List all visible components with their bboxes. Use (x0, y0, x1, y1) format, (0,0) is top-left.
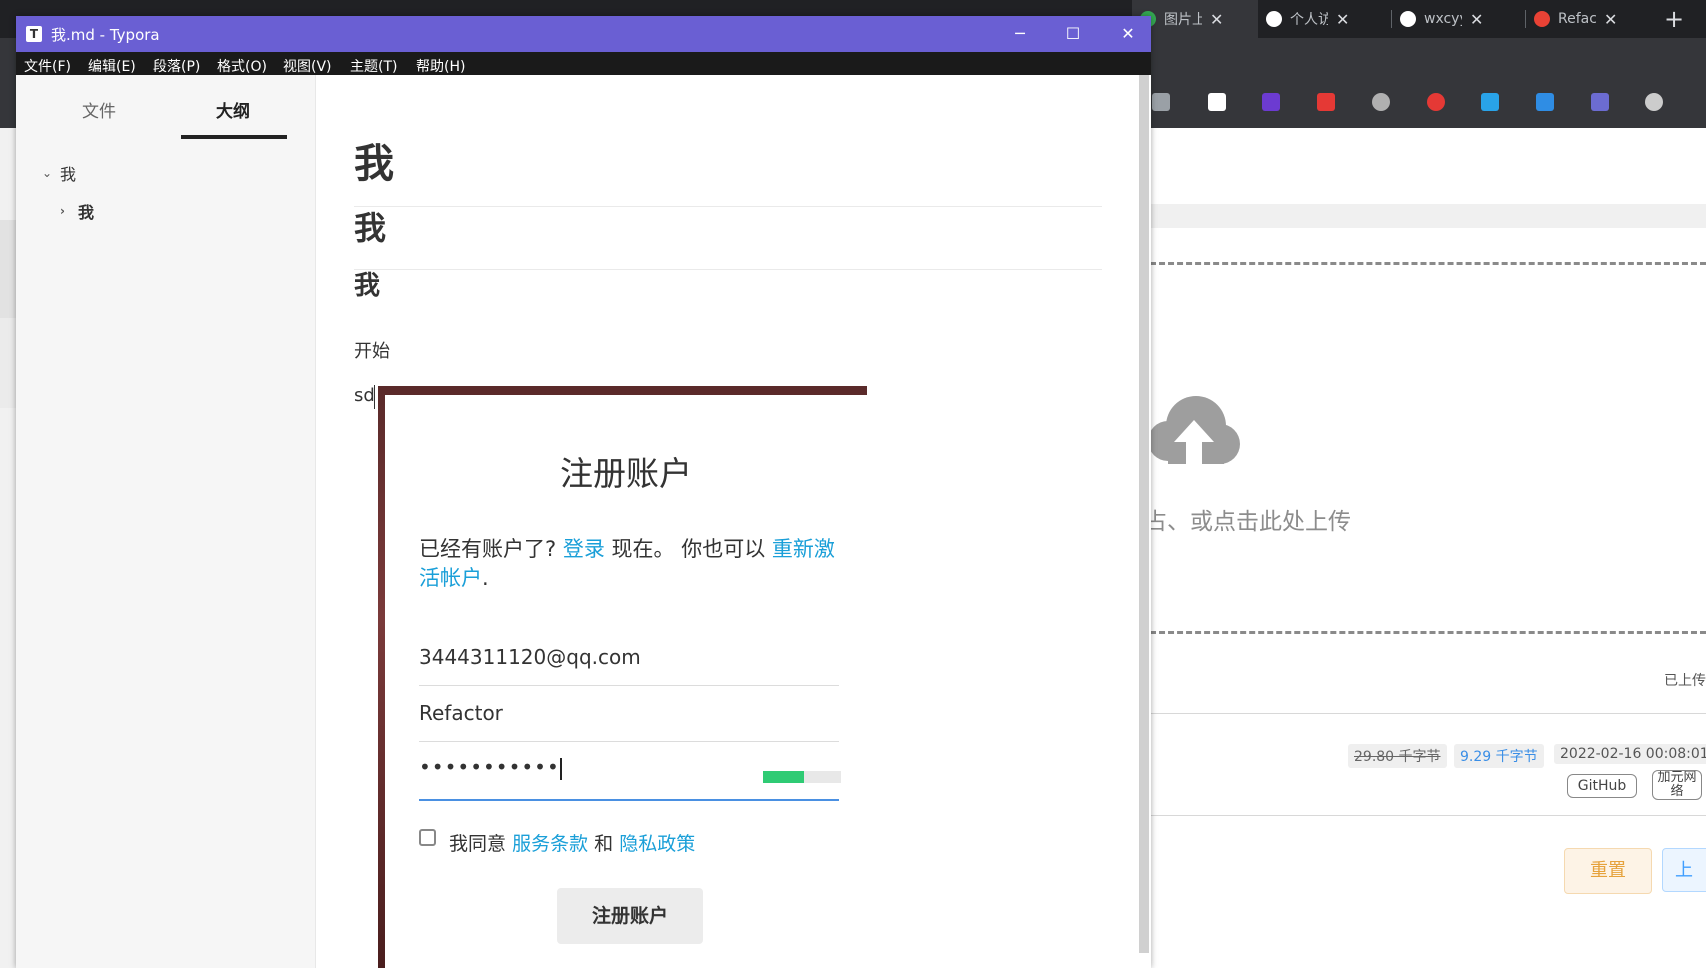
email-field[interactable]: 3444311120@qq.com (419, 645, 839, 669)
signup-submit-button[interactable]: 注册账户 (557, 888, 703, 944)
close-window-icon[interactable]: ✕ (1113, 22, 1143, 46)
outline-item-label: 我 (60, 165, 77, 184)
github-icon (1400, 11, 1416, 27)
terms-link[interactable]: 服务条款 (512, 833, 588, 855)
book-icon[interactable] (1152, 93, 1170, 111)
signup-screenshot-image: 注册账户 已经有账户了? 登录 现在。 你也可以 重新激活帐户. 3444311… (378, 386, 867, 968)
heading-2-rule (354, 269, 1102, 270)
chevron-right-icon[interactable]: › (60, 204, 70, 218)
tab-files[interactable]: 文件 (82, 97, 116, 122)
text-caret (374, 385, 375, 409)
agree-prefix: 我同意 (449, 833, 507, 855)
clapper-icon[interactable] (1317, 93, 1335, 111)
typora-app-icon: T (26, 26, 42, 42)
hint-prefix: 已经有账户了? (419, 537, 557, 561)
agree-text: 我同意 服务条款 和 隐私政策 (449, 829, 695, 856)
close-icon[interactable]: ✕ (1470, 10, 1483, 29)
tab-label: 个人访问 (1290, 12, 1328, 28)
original-size-badge: 29.80 千字节 (1348, 744, 1447, 768)
login-link[interactable]: 登录 (563, 537, 605, 561)
record-icon[interactable] (1427, 93, 1445, 111)
menu-format[interactable]: 格式(O) (217, 56, 267, 76)
hint-mid: 现在。 你也可以 (611, 537, 766, 561)
password-strength-fill (763, 771, 804, 783)
menu-theme[interactable]: 主题(T) (350, 56, 397, 76)
outline-item-label: 我 (78, 203, 95, 222)
menu-paragraph[interactable]: 段落(P) (153, 56, 200, 76)
menu-file[interactable]: 文件(F) (24, 56, 71, 76)
page-left-strip (0, 128, 16, 968)
tab-label: wxcyyy (1424, 11, 1462, 27)
new-tab-plus-icon[interactable]: + (1664, 5, 1684, 33)
outline-item[interactable]: › 我 (60, 199, 94, 223)
username-field[interactable]: Refactor (419, 701, 839, 725)
sidebar: 文件 大纲 ⌄ 我 › 我 (16, 75, 316, 968)
tab-label: 图片上传 (1164, 12, 1202, 28)
close-icon[interactable]: ✕ (1604, 10, 1617, 29)
tab-outline[interactable]: 大纲 (216, 97, 250, 122)
hint-suffix: . (482, 566, 489, 590)
github-tag-button[interactable]: GitHub (1567, 774, 1637, 798)
uploaded-label: 已上传 (1664, 673, 1706, 689)
signup-title: 注册账户 (560, 454, 692, 493)
upload-button[interactable]: 上 (1662, 848, 1706, 892)
password-strength-meter (763, 771, 841, 783)
privacy-link[interactable]: 隐私政策 (619, 833, 695, 855)
image-icon[interactable] (1536, 93, 1554, 111)
signup-card: 注册账户 已经有账户了? 登录 现在。 你也可以 重新激活帐户. 3444311… (385, 395, 867, 968)
letter-l-icon[interactable] (1208, 93, 1226, 111)
and-text: 和 (594, 833, 614, 855)
outline-item[interactable]: ⌄ 我 (42, 161, 76, 185)
menu-help[interactable]: 帮助(H) (416, 56, 465, 76)
menu-bar: 文件(F) 编辑(E) 段落(P) 格式(O) 视图(V) 主题(T) 帮助(H… (16, 52, 1151, 75)
close-icon[interactable]: ✕ (1336, 10, 1349, 29)
browser-tab-personal-access[interactable]: 个人访问 ✕ (1258, 0, 1390, 38)
password-value: ••••••••••• (419, 755, 560, 779)
upload-date-badge: 2022-02-16 00:08:01 (1554, 744, 1706, 764)
upload-panel: 占、或点击此处上传 已上传 29.80 千字节 9.29 千字节 2022-02… (1144, 128, 1706, 968)
browser-tab-wxcyyy[interactable]: wxcyyy ✕ (1392, 0, 1524, 38)
paragraph[interactable]: 开始 (354, 337, 390, 363)
heading-1-rule (354, 206, 1102, 207)
heading-2[interactable]: 我 (354, 203, 386, 249)
heading-3[interactable]: 我 (354, 265, 380, 302)
menu-view[interactable]: 视图(V) (283, 56, 332, 76)
puzzle-icon[interactable] (1645, 93, 1663, 111)
menu-edit[interactable]: 编辑(E) (88, 56, 136, 76)
github-icon (1266, 11, 1282, 27)
compressed-size-badge: 9.29 千字节 (1454, 744, 1544, 768)
play-icon[interactable] (1262, 93, 1280, 111)
addnet-tag-button[interactable]: 加元网络 (1652, 770, 1702, 800)
window-title: 我.md - Typora (51, 26, 160, 44)
mask-icon[interactable] (1372, 93, 1390, 111)
editor-scrollbar[interactable] (1139, 75, 1149, 953)
paragraph[interactable]: sd (354, 385, 375, 406)
text-icon[interactable] (1591, 93, 1609, 111)
heading-1[interactable]: 我 (354, 131, 394, 189)
title-bar[interactable]: T 我.md - Typora ─ ☐ ✕ (16, 16, 1151, 52)
agree-checkbox[interactable] (419, 829, 436, 846)
minimize-icon[interactable]: ─ (1005, 22, 1035, 46)
cloud-upload-icon[interactable] (1144, 386, 1244, 476)
text-caret (559, 757, 562, 780)
tab-label: Refactor (1558, 11, 1596, 27)
pen-icon[interactable] (1481, 93, 1499, 111)
colorful-favicon-icon (1534, 11, 1550, 27)
reset-button[interactable]: 重置 (1564, 848, 1652, 894)
chevron-down-icon[interactable]: ⌄ (42, 166, 52, 180)
close-icon[interactable]: ✕ (1210, 10, 1223, 29)
signup-hint: 已经有账户了? 登录 现在。 你也可以 重新激活帐户. (419, 535, 839, 593)
active-tab-indicator (181, 135, 287, 139)
maximize-icon[interactable]: ☐ (1058, 22, 1088, 46)
upload-hint-text[interactable]: 占、或点击此处上传 (1144, 502, 1444, 536)
browser-tab-refactor[interactable]: Refactor ✕ (1526, 0, 1658, 38)
